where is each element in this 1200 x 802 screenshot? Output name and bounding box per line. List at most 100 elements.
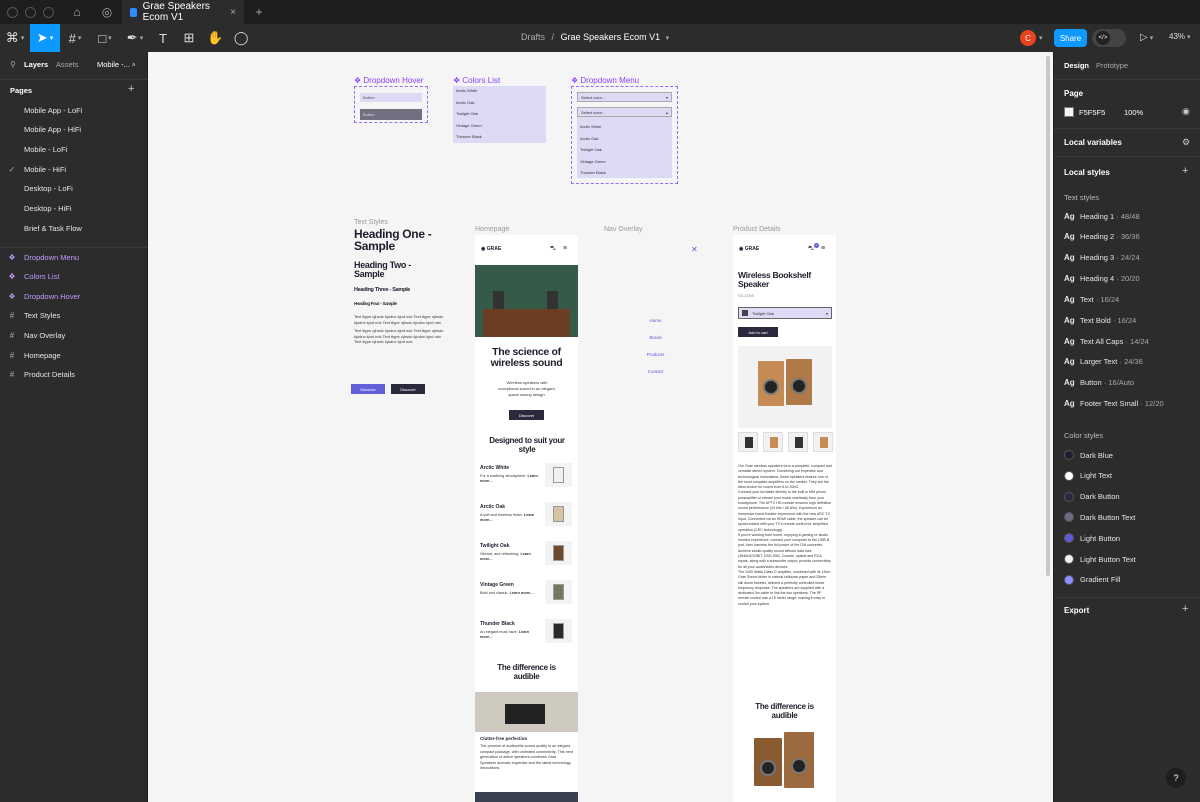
dropdown-hover-component[interactable]: Button Button	[354, 86, 428, 123]
hamburger-menu-icon[interactable]: ≡	[563, 245, 567, 252]
color-style-item[interactable]: Dark Button	[1054, 487, 1200, 507]
close-icon[interactable]: ✕	[691, 245, 698, 254]
text-style-item[interactable]: Ag Heading 2 · 36/36	[1054, 227, 1200, 247]
text-style-item[interactable]: Ag Text All Caps · 14/24	[1054, 331, 1200, 351]
file-tab[interactable]: Grae Speakers Ecom V1 ×	[122, 0, 244, 24]
comment-tool-icon[interactable]: ◯	[228, 24, 254, 52]
color-style-item[interactable]: Dark Button Text	[1054, 507, 1200, 527]
add-style-icon[interactable]: +	[1182, 165, 1188, 177]
add-export-icon[interactable]: +	[1182, 603, 1188, 615]
select-closed[interactable]: Select color... ▾	[577, 92, 672, 102]
local-variables[interactable]: Local variables	[1064, 138, 1122, 147]
colors-list-component[interactable]: Arctic White Arctic Oak Twilight Oak Vintag…	[453, 86, 546, 143]
hero-discover-button[interactable]: Discover	[509, 410, 544, 420]
add-page-icon[interactable]: +	[128, 83, 134, 95]
dropdown-button-hover[interactable]: Button	[360, 109, 422, 120]
breadcrumb-drafts[interactable]: Drafts	[521, 32, 545, 42]
dropdown-button-default[interactable]: Button	[360, 93, 422, 102]
text-style-item[interactable]: Ag Text Bold · 16/24	[1054, 310, 1200, 330]
page-opacity[interactable]: 100%	[1124, 108, 1143, 117]
thumbnail[interactable]	[813, 432, 833, 452]
nav-item-home[interactable]: Home	[604, 318, 707, 323]
dropdown-option[interactable]: Vintage Green	[580, 159, 606, 164]
text-style-item[interactable]: Ag Heading 4 · 20/20	[1054, 269, 1200, 289]
dropdown-option[interactable]: Arctic White	[580, 124, 601, 129]
color-style-item[interactable]: Gradient Fill	[1054, 570, 1200, 590]
select-open-header[interactable]: Select color... ▴	[577, 107, 672, 117]
dropdown-option[interactable]: Arctic Oak	[580, 136, 598, 141]
component-label-dropdown-hover[interactable]: ❖ Dropdown Hover	[354, 76, 423, 85]
text-tool-icon[interactable]: T	[150, 24, 176, 52]
text-styles-frame[interactable]: Heading One - Sample Heading Two - Sampl…	[351, 228, 454, 408]
pen-tool-icon[interactable]: ✒ ▾	[120, 24, 150, 52]
light-button-sample[interactable]: Discover	[351, 384, 385, 394]
page-item[interactable]: Mobile App - LoFi	[0, 100, 148, 120]
dropdown-option[interactable]: Thunder Black	[580, 170, 606, 175]
text-style-item[interactable]: Ag Larger Text · 24/36	[1054, 352, 1200, 372]
component-label-dropdown-menu[interactable]: ❖ Dropdown Menu	[571, 76, 639, 85]
export-title[interactable]: Export	[1064, 606, 1089, 615]
color-option[interactable]: Arctic Oak	[456, 100, 474, 105]
present-icon[interactable]: ▷ ▾	[1140, 32, 1153, 43]
page-item[interactable]: Mobile - LoFi	[0, 139, 148, 159]
page-item[interactable]: Mobile App - HiFi	[0, 120, 148, 140]
layer-item[interactable]: # Nav Overlay	[0, 325, 148, 345]
cart-icon[interactable]: ⛍	[550, 245, 556, 253]
frame-label-homepage[interactable]: Homepage	[475, 226, 509, 233]
thumbnail[interactable]	[738, 432, 758, 452]
text-style-item[interactable]: Ag Heading 1 · 48/48	[1054, 206, 1200, 226]
text-style-item[interactable]: Ag Button · 16/Auto	[1054, 373, 1200, 393]
page-item[interactable]: Brief & Task Flow	[0, 218, 148, 238]
dropdown-menu-component[interactable]: Select color... ▾ Select color... ▴ Arctic…	[571, 86, 678, 184]
canvas-scrollbar[interactable]	[1046, 56, 1050, 576]
homepage-frame[interactable]: ◉ GRAE ⛍ ≡ The science of wireless sound…	[475, 235, 578, 802]
new-tab-icon[interactable]: +	[244, 0, 274, 24]
color-option[interactable]: Twilight Oak	[456, 111, 478, 116]
page-item[interactable]: Desktop - HiFi	[0, 199, 148, 219]
component-label-colors-list[interactable]: ❖ Colors List	[453, 76, 500, 85]
close-tab-icon[interactable]: ×	[230, 7, 236, 18]
nav-item-products[interactable]: Products	[604, 352, 707, 357]
window-minimize-dot[interactable]	[25, 6, 36, 18]
text-style-item[interactable]: Ag Text · 16/24	[1054, 289, 1200, 309]
page-color-swatch[interactable]	[1064, 107, 1074, 117]
page-color-hex[interactable]: F5F5F5	[1079, 108, 1105, 117]
frame-label-product-details[interactable]: Product Details	[733, 226, 780, 233]
learn-more-link[interactable]: Learn more...	[510, 591, 534, 595]
hand-tool-icon[interactable]: ✋	[202, 24, 228, 52]
product-details-frame[interactable]: ◉ GRAE ⛍ 0 ≡ Wireless Bookshelf Speaker …	[733, 235, 836, 802]
zoom-control[interactable]: 43% ▾	[1169, 32, 1191, 41]
main-menu-icon[interactable]: ⌘ ▾	[0, 24, 30, 52]
nav-item-contact[interactable]: Contact	[604, 369, 707, 374]
text-style-item[interactable]: Ag Footer Text Small · 12/20	[1054, 394, 1200, 414]
chevron-down-icon[interactable]: ▾	[1039, 34, 1043, 42]
window-zoom-dot[interactable]	[43, 6, 54, 18]
tab-layers[interactable]: Layers	[24, 60, 48, 69]
add-to-cart-button[interactable]: Add to cart	[738, 327, 778, 337]
share-button[interactable]: Share	[1054, 29, 1087, 47]
text-style-item[interactable]: Ag Heading 3 · 24/24	[1054, 248, 1200, 268]
dev-mode-toggle[interactable]: </>	[1092, 29, 1126, 47]
thumbnail[interactable]	[788, 432, 808, 452]
color-style-item[interactable]: Light Button	[1054, 528, 1200, 548]
nav-overlay-frame[interactable]: ✕ Home Brand Products Contact	[604, 235, 707, 405]
color-style-item[interactable]: Light Text	[1054, 466, 1200, 486]
canvas[interactable]: ❖ Dropdown Hover Button Button ❖ Colors …	[148, 52, 1053, 802]
frame-label-text-styles[interactable]: Text Styles	[354, 219, 388, 226]
tab-assets[interactable]: Assets	[56, 60, 79, 69]
move-tool-icon[interactable]: ➤ ▾	[30, 24, 60, 52]
color-style-item[interactable]: Light Button Text	[1054, 549, 1200, 569]
dark-button-sample[interactable]: Discover	[391, 384, 425, 394]
search-icon[interactable]: ⚲	[10, 60, 16, 69]
color-option[interactable]: Thunder Black	[456, 134, 482, 139]
sliders-icon[interactable]: ⚙	[1182, 137, 1190, 148]
tab-design[interactable]: Design	[1064, 61, 1089, 70]
tab-prototype[interactable]: Prototype	[1096, 61, 1128, 70]
avatar[interactable]: C	[1020, 30, 1036, 46]
shape-tool-icon[interactable]: □ ▾	[90, 24, 120, 52]
resources-icon[interactable]: ⊞	[176, 24, 202, 52]
thumbnail[interactable]	[763, 432, 783, 452]
globe-icon[interactable]: ◎	[92, 0, 122, 24]
help-button[interactable]: ?	[1166, 768, 1186, 788]
select-open[interactable]: Select color... ▴ Arctic White Arctic Oak T…	[577, 107, 672, 178]
